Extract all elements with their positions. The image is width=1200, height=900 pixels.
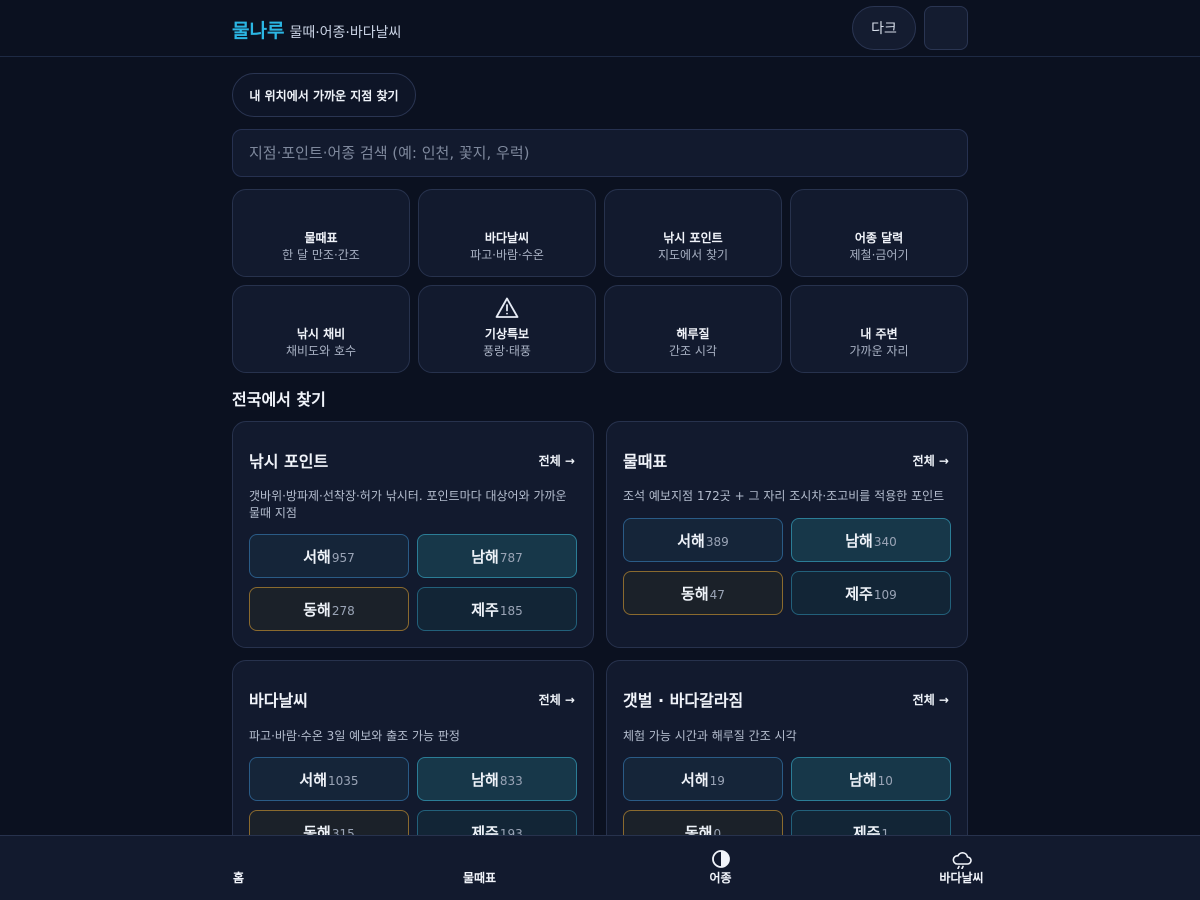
tile-fish-calendar[interactable]: 어종 달력 제철·금어기 (790, 189, 968, 277)
region-jeju-button[interactable]: 제주 185 (417, 587, 577, 631)
region-east-button[interactable]: 동해 47 (623, 571, 783, 615)
region-count: 340 (873, 535, 897, 549)
card-title: 바다날씨 (249, 691, 308, 710)
view-all-link[interactable]: 전체 → (539, 691, 575, 708)
region-name: 남해 (471, 548, 499, 566)
region-grid: 서해 389 남해 340 동해 47 제주 109 (623, 518, 951, 615)
tile-title: 기상특보 (484, 327, 530, 341)
brand[interactable]: 물나루 물때·어종·바다날씨 (232, 16, 401, 43)
region-count: 278 (331, 604, 355, 618)
region-name: 서해 (303, 548, 331, 566)
region-name: 남해 (845, 532, 873, 550)
region-east-button[interactable]: 동해 278 (249, 587, 409, 631)
tile-subtitle: 풍랑·태풍 (483, 344, 531, 358)
region-name: 남해 (471, 771, 499, 789)
tile-title: 어종 달력 (854, 231, 904, 245)
section-title: 전국에서 찾기 (232, 390, 326, 409)
card-title: 낚시 포인트 (249, 452, 329, 471)
region-name: 남해 (849, 771, 877, 789)
card-description: 파고·바람·수온 3일 예보와 출조 가능 판정 (249, 729, 460, 743)
nav-sea-weather[interactable]: 바다날씨 (841, 836, 1082, 900)
card-description: 체험 가능 시간과 해루질 간조 시각 (623, 729, 797, 743)
nav-home[interactable]: 홈 (118, 836, 359, 900)
card-tide-table: 물때표 전체 → 조석 예보지점 172곳 + 그 자리 조시차·조고비를 적용… (606, 421, 968, 648)
card-title: 갯벌 · 바다갈라짐 (623, 691, 744, 710)
region-jeju-button[interactable]: 제주 109 (791, 571, 951, 615)
region-name: 제주 (471, 601, 499, 619)
tile-title: 물때표 (304, 231, 338, 245)
card-description: 조석 예보지점 172곳 + 그 자리 조시차·조고비를 적용한 포인트 (623, 489, 945, 503)
tile-subtitle: 한 달 만조·간조 (282, 248, 360, 262)
region-count: 787 (499, 551, 523, 565)
region-count: 185 (499, 604, 523, 618)
tile-subtitle: 채비도와 호수 (285, 344, 357, 358)
region-grid: 서해 957 남해 787 동해 278 제주 185 (249, 534, 577, 631)
tile-tide-table[interactable]: 물때표 한 달 만조·간조 (232, 189, 410, 277)
tile-subtitle: 간조 시각 (669, 344, 717, 358)
tile-title: 바다날씨 (484, 231, 530, 245)
region-name: 서해 (681, 771, 709, 789)
tile-title: 내 주변 (860, 327, 898, 341)
region-west-button[interactable]: 서해 19 (623, 757, 783, 801)
region-name: 동해 (681, 585, 709, 603)
tile-fishing-points[interactable]: 낚시 포인트 지도에서 찾기 (604, 189, 782, 277)
region-count: 1035 (328, 774, 359, 788)
tile-low-tide-gathering[interactable]: 해루질 간조 시각 (604, 285, 782, 373)
region-name: 서해 (299, 771, 328, 789)
warning-icon (495, 296, 519, 324)
view-all-link[interactable]: 전체 → (539, 452, 575, 469)
menu-button[interactable] (924, 6, 968, 50)
region-name: 제주 (845, 585, 873, 603)
quick-tiles: 물때표 한 달 만조·간조 바다날씨 파고·바람·수온 낚시 포인트 지도에서 … (232, 189, 968, 373)
theme-toggle-button[interactable]: 다크 (852, 6, 916, 50)
card-title: 물때표 (623, 452, 668, 471)
nav-label: 홈 (232, 871, 245, 885)
region-count: 957 (331, 551, 355, 565)
region-south-button[interactable]: 남해 10 (791, 757, 951, 801)
region-name: 동해 (303, 601, 331, 619)
card-description: 갯바위·방파제·선착장·허가 낚시터. 포인트마다 대상어와 가까운 물때 지점 (249, 489, 567, 520)
top-bar: 물나루 물때·어종·바다날씨 다크 (0, 0, 1200, 57)
bottom-nav: 홈 물때표 어종 바다날씨 (0, 835, 1200, 900)
region-south-button[interactable]: 남해 833 (417, 757, 577, 801)
tile-fishing-rig[interactable]: 낚시 채비 채비도와 호수 (232, 285, 410, 373)
nav-tide-table[interactable]: 물때표 (359, 836, 600, 900)
tile-nearby[interactable]: 내 주변 가까운 자리 (790, 285, 968, 373)
region-south-button[interactable]: 남해 340 (791, 518, 951, 562)
tile-title: 낚시 채비 (296, 327, 346, 341)
tile-title: 낚시 포인트 (663, 231, 723, 245)
tile-weather-warning[interactable]: 기상특보 풍랑·태풍 (418, 285, 596, 373)
card-fishing-points: 낚시 포인트 전체 → 갯바위·방파제·선착장·허가 낚시터. 포인트마다 대상… (232, 421, 594, 648)
tile-subtitle: 가까운 자리 (849, 344, 909, 358)
view-all-link[interactable]: 전체 → (913, 452, 949, 469)
region-count: 19 (709, 774, 725, 788)
tile-title: 해루질 (676, 327, 710, 341)
view-all-link[interactable]: 전체 → (913, 691, 949, 708)
brand-tagline: 물때·어종·바다날씨 (289, 25, 402, 41)
region-count: 109 (873, 588, 897, 602)
region-count: 10 (877, 774, 893, 788)
region-name: 서해 (677, 532, 705, 550)
locate-nearby-button[interactable]: 내 위치에서 가까운 지점 찾기 (232, 73, 416, 117)
cloud-icon (951, 849, 973, 872)
region-count: 389 (705, 535, 729, 549)
region-west-button[interactable]: 서해 389 (623, 518, 783, 562)
tile-subtitle: 파고·바람·수온 (470, 248, 544, 262)
tile-sea-weather[interactable]: 바다날씨 파고·바람·수온 (418, 189, 596, 277)
nav-fish-species[interactable]: 어종 (600, 836, 841, 900)
contrast-icon (711, 849, 731, 872)
region-west-button[interactable]: 서해 957 (249, 534, 409, 578)
region-west-button[interactable]: 서해 1035 (249, 757, 409, 801)
region-south-button[interactable]: 남해 787 (417, 534, 577, 578)
brand-logo[interactable]: 물나루 (232, 16, 284, 43)
search-input[interactable] (232, 129, 968, 177)
region-count: 833 (499, 774, 523, 788)
nav-label: 물때표 (462, 871, 497, 885)
tile-subtitle: 제철·금어기 (849, 248, 909, 262)
region-count: 47 (709, 588, 725, 602)
tile-subtitle: 지도에서 찾기 (657, 248, 729, 262)
